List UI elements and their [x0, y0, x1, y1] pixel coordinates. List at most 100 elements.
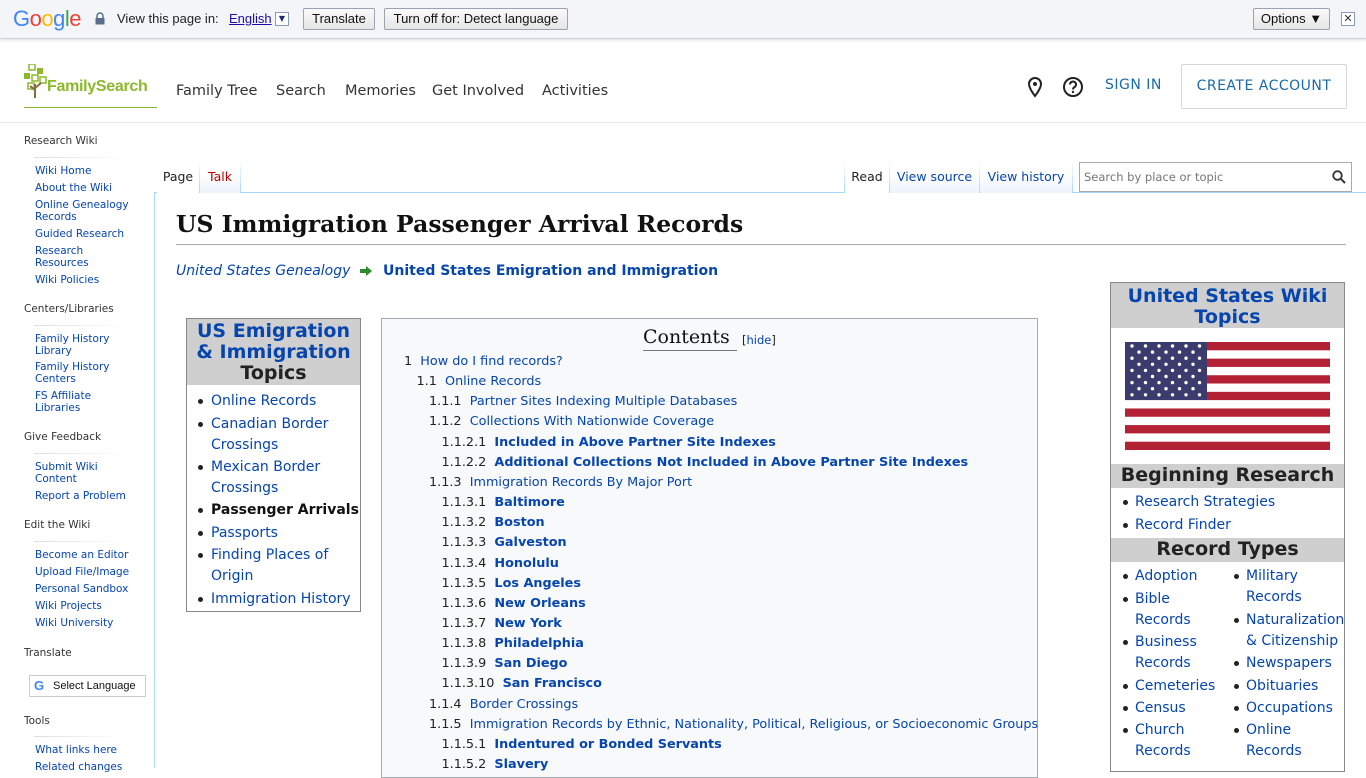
toc-item[interactable]: 1.1.3.8 Philadelphia: [442, 636, 584, 652]
link-occupations[interactable]: Occupations: [1246, 698, 1333, 719]
sign-in-link[interactable]: SIGN IN: [1105, 77, 1162, 93]
topics-title[interactable]: US Emigration & Immigration: [187, 321, 360, 363]
toc-item-label[interactable]: San Diego: [494, 656, 567, 671]
create-account-button[interactable]: CREATE ACCOUNT: [1181, 64, 1347, 109]
link-adoption[interactable]: Adoption: [1135, 566, 1198, 587]
nav-memories[interactable]: Memories: [345, 83, 416, 99]
link-business-records[interactable]: Business Records: [1135, 632, 1205, 674]
sidebar-item-research-resources[interactable]: Research Resources: [35, 245, 105, 269]
tab-view-history[interactable]: View history: [980, 160, 1072, 193]
toc-item[interactable]: 1.1.3.7 New York: [442, 616, 562, 632]
sidebar-item-wiki-projects[interactable]: Wiki Projects: [35, 600, 145, 612]
toc-item-label[interactable]: Immigration Records By Major Port: [470, 475, 692, 490]
toc-item[interactable]: 1 How do I find records?: [404, 354, 563, 370]
sidebar-item-wiki-home[interactable]: Wiki Home: [35, 165, 145, 177]
topic-immigration-history[interactable]: Immigration History: [211, 589, 361, 610]
link-online-records[interactable]: Online Records: [1246, 720, 1316, 762]
toc-item-label[interactable]: Indentured or Bonded Servants: [494, 737, 721, 752]
sidebar-item-wiki-university[interactable]: Wiki University: [35, 617, 145, 629]
language-select[interactable]: English: [229, 11, 272, 26]
toc-item[interactable]: 1.1.5.2 Slavery: [442, 757, 549, 773]
link-obituaries[interactable]: Obituaries: [1246, 676, 1318, 697]
sidebar-item-personal-sandbox[interactable]: Personal Sandbox: [35, 583, 145, 595]
sidebar-item-report-problem[interactable]: Report a Problem: [35, 490, 145, 502]
link-naturalization[interactable]: Naturalization & Citizenship: [1246, 610, 1346, 652]
sidebar-item-submit-content[interactable]: Submit Wiki Content: [35, 461, 115, 485]
topic-passports[interactable]: Passports: [211, 523, 361, 544]
topic-mexican-border[interactable]: Mexican Border Crossings: [211, 457, 361, 499]
toc-item-label[interactable]: How do I find records?: [420, 354, 563, 369]
search-icon[interactable]: [1332, 170, 1346, 184]
toc-item-label[interactable]: New York: [494, 616, 561, 631]
toc-item-label[interactable]: Galveston: [494, 535, 566, 550]
toc-item[interactable]: 1.1.4 Border Crossings: [429, 697, 578, 713]
toc-item[interactable]: 1.1.3.4 Honolulu: [442, 556, 559, 572]
toc-item[interactable]: 1.1.3.2 Boston: [442, 515, 545, 531]
tab-read[interactable]: Read: [845, 160, 889, 193]
sidebar-item-related-changes[interactable]: Related changes: [35, 761, 145, 773]
toc-item[interactable]: 1.1.3.9 San Diego: [442, 656, 568, 672]
sidebar-item-wiki-policies[interactable]: Wiki Policies: [35, 274, 145, 286]
toc-item[interactable]: 1.1.3.3 Galveston: [442, 535, 567, 551]
link-cemeteries[interactable]: Cemeteries: [1135, 676, 1215, 697]
toc-item[interactable]: 1.1.5.1 Indentured or Bonded Servants: [442, 737, 722, 753]
toc-item-label[interactable]: Border Crossings: [470, 697, 579, 712]
toc-item-label[interactable]: Honolulu: [494, 556, 558, 571]
toc-item-label[interactable]: Additional Collections Not Included in A…: [494, 455, 968, 470]
toc-item-label[interactable]: New Orleans: [494, 596, 585, 611]
sidebar-item-guided-research[interactable]: Guided Research: [35, 228, 145, 240]
toc-item-label[interactable]: Included in Above Partner Site Indexes: [494, 435, 775, 450]
infobox-title[interactable]: United States Wiki Topics: [1111, 286, 1344, 328]
toc-item[interactable]: 1.1 Online Records: [417, 374, 542, 390]
topic-finding-places[interactable]: Finding Places of Origin: [211, 545, 336, 587]
sidebar-item-fh-library[interactable]: Family History Library: [35, 333, 115, 357]
toc-hide-link[interactable]: hide: [747, 333, 772, 347]
nav-get-involved[interactable]: Get Involved: [432, 83, 524, 99]
link-newspapers[interactable]: Newspapers: [1246, 653, 1332, 674]
toc-item[interactable]: 1.1.3 Immigration Records By Major Port: [429, 475, 692, 491]
toc-item-label[interactable]: San Francisco: [503, 676, 602, 691]
sidebar-item-online-genealogy[interactable]: Online Genealogy Records: [35, 199, 135, 223]
close-icon[interactable]: ✕: [1341, 12, 1355, 26]
toc-item-label[interactable]: Immigration Records by Ethnic, Nationali…: [470, 717, 1038, 732]
options-button[interactable]: Options ▼: [1253, 8, 1330, 30]
sidebar-item-upload-file[interactable]: Upload File/Image: [35, 566, 145, 578]
link-church-records[interactable]: Church Records: [1135, 720, 1205, 762]
link-bible-records[interactable]: Bible Records: [1135, 589, 1205, 631]
familysearch-logo[interactable]: FamilySearch: [24, 64, 157, 108]
toc-item[interactable]: 1.1.3.10 San Francisco: [442, 676, 602, 692]
toc-item-label[interactable]: Online Records: [445, 374, 541, 389]
toc-item-label[interactable]: Collections With Nationwide Coverage: [470, 414, 714, 429]
toc-item[interactable]: 1.1.2 Collections With Nationwide Covera…: [429, 414, 714, 430]
toc-item[interactable]: 1.1.1 Partner Sites Indexing Multiple Da…: [429, 394, 737, 410]
sidebar-item-affiliate-libraries[interactable]: FS Affiliate Libraries: [35, 390, 105, 414]
sidebar-item-what-links-here[interactable]: What links here: [35, 744, 145, 756]
link-census[interactable]: Census: [1135, 698, 1186, 719]
help-icon[interactable]: [1062, 76, 1084, 98]
toc-item[interactable]: 1.1.2.1 Included in Above Partner Site I…: [442, 435, 776, 451]
breadcrumb-current[interactable]: United States Emigration and Immigration: [383, 263, 718, 279]
toc-item[interactable]: 1.1.3.6 New Orleans: [442, 596, 586, 612]
link-research-strategies[interactable]: Research Strategies: [1135, 492, 1275, 513]
sidebar-item-about-wiki[interactable]: About the Wiki: [35, 182, 145, 194]
toc-item-label[interactable]: Slavery: [494, 757, 548, 772]
tab-view-source[interactable]: View source: [890, 160, 979, 193]
toc-item[interactable]: 1.1.5 Immigration Records by Ethnic, Nat…: [429, 717, 1038, 733]
nav-search[interactable]: Search: [276, 83, 326, 99]
language-dropdown-icon[interactable]: ▼: [275, 12, 289, 26]
link-military-records[interactable]: Military Records: [1246, 566, 1316, 608]
link-record-finder[interactable]: Record Finder: [1135, 515, 1231, 536]
select-language-dropdown[interactable]: G Select Language: [29, 675, 146, 697]
breadcrumb-parent[interactable]: United States Genealogy: [176, 263, 350, 279]
search-input[interactable]: [1080, 163, 1320, 191]
toc-item-label[interactable]: Boston: [494, 515, 544, 530]
location-pin-icon[interactable]: [1024, 76, 1046, 98]
toc-item[interactable]: 1.1.3.5 Los Angeles: [442, 576, 581, 592]
sidebar-item-fh-centers[interactable]: Family History Centers: [35, 361, 115, 385]
toc-item-label[interactable]: Los Angeles: [494, 576, 581, 591]
toc-item[interactable]: 1.1.3.1 Baltimore: [442, 495, 565, 511]
toc-item-label[interactable]: Philadelphia: [494, 636, 583, 651]
tab-page[interactable]: Page: [157, 160, 199, 193]
nav-activities[interactable]: Activities: [542, 83, 608, 99]
toc-item-label[interactable]: Partner Sites Indexing Multiple Database…: [470, 394, 738, 409]
